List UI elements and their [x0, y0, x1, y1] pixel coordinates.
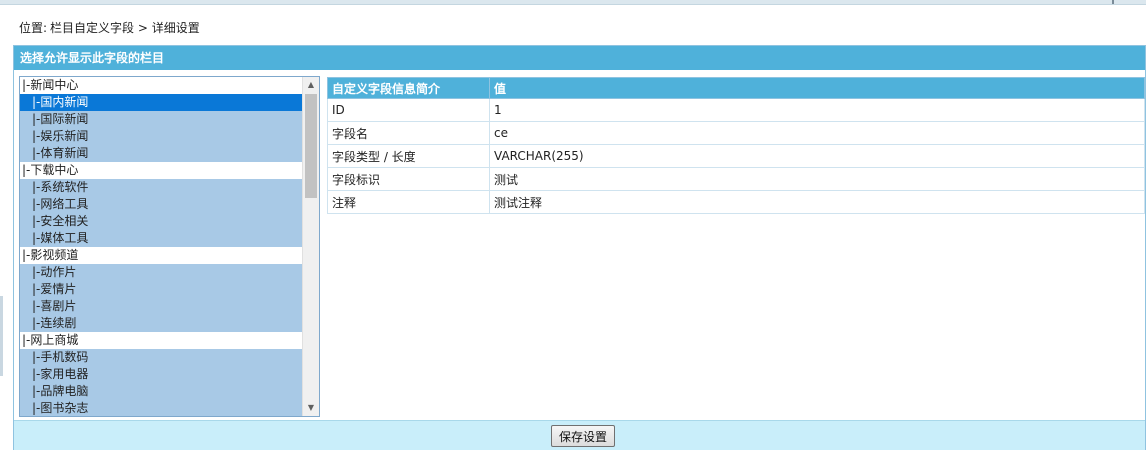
table-row: 注释 测试注释 — [327, 190, 1145, 214]
list-item[interactable]: |-国际新闻 — [20, 111, 304, 128]
left-edge-marker — [0, 296, 3, 376]
row-value-field-name: ce — [489, 121, 1145, 145]
list-item[interactable]: |-手机数码 — [20, 349, 304, 366]
footer-bar: 保存设置 — [14, 420, 1145, 450]
row-key-id: ID — [327, 98, 490, 122]
row-key-field-name: 字段名 — [327, 121, 490, 145]
list-item[interactable]: |-家用电器 — [20, 366, 304, 383]
column-multiselect-list[interactable]: |-新闻中心 |-国内新闻 |-国际新闻 |-娱乐新闻 |-体育新闻 |-下载中心 |-系统… — [19, 76, 320, 417]
header-field-info: 自定义字段信息简介 — [327, 77, 490, 99]
row-value-id: 1 — [489, 98, 1145, 122]
list-item[interactable]: |-喜剧片 — [20, 298, 304, 315]
scroll-thumb[interactable] — [305, 94, 317, 198]
list-item[interactable]: |-爱情片 — [20, 281, 304, 298]
list-item[interactable]: |-国内新闻 — [20, 94, 304, 111]
header-value: 值 — [489, 77, 1145, 99]
top-right-marker — [1112, 0, 1114, 4]
scroll-up-arrow-icon[interactable]: ▲ — [303, 77, 319, 93]
table-row: ID 1 — [327, 98, 1145, 122]
list-item[interactable]: |-系统软件 — [20, 179, 304, 196]
list-item[interactable]: |-新闻中心 — [20, 77, 304, 94]
list-item[interactable]: |-动作片 — [20, 264, 304, 281]
row-value-comment: 测试注释 — [489, 190, 1145, 214]
column-settings-panel: 选择允许显示此字段的栏目 |-新闻中心 |-国内新闻 |-国际新闻 |-娱乐新闻 |-体… — [13, 45, 1146, 450]
list-item[interactable]: |-网上商城 — [20, 332, 304, 349]
list-item[interactable]: |-下载中心 — [20, 162, 304, 179]
list-item[interactable]: |-娱乐新闻 — [20, 128, 304, 145]
list-scrollbar[interactable]: ▲ ▼ — [302, 77, 319, 416]
row-value-field-label: 测试 — [489, 167, 1145, 191]
list-item[interactable]: |-影视频道 — [20, 247, 304, 264]
table-row: 字段类型 / 长度 VARCHAR(255) — [327, 144, 1145, 168]
list-item[interactable]: |-网络工具 — [20, 196, 304, 213]
table-header-row: 自定义字段信息简介 值 — [327, 77, 1145, 99]
list-item[interactable]: |-媒体工具 — [20, 230, 304, 247]
breadcrumb-label: 位置: — [19, 21, 48, 35]
scroll-down-arrow-icon[interactable]: ▼ — [303, 400, 319, 416]
table-row: 字段标识 测试 — [327, 167, 1145, 191]
breadcrumb: 位置: 栏目自定义字段 > 详细设置 — [19, 19, 203, 37]
save-settings-button[interactable]: 保存设置 — [551, 425, 615, 447]
list-item[interactable]: |-安全相关 — [20, 213, 304, 230]
column-list-items: |-新闻中心 |-国内新闻 |-国际新闻 |-娱乐新闻 |-体育新闻 |-下载中心 |-系统… — [20, 77, 304, 416]
list-item[interactable]: |-连续剧 — [20, 315, 304, 332]
row-value-field-type: VARCHAR(255) — [489, 144, 1145, 168]
list-item[interactable]: |-体育新闻 — [20, 145, 304, 162]
row-key-field-label: 字段标识 — [327, 167, 490, 191]
table-row: 字段名 ce — [327, 121, 1145, 145]
panel-title: 选择允许显示此字段的栏目 — [14, 46, 1145, 70]
list-item[interactable]: |-品牌电脑 — [20, 383, 304, 400]
breadcrumb-path: 栏目自定义字段 > 详细设置 — [50, 21, 200, 35]
row-key-comment: 注释 — [327, 190, 490, 214]
field-info-table: 自定义字段信息简介 值 ID 1 字段名 ce 字段类型 / 长度 VARCHA… — [327, 77, 1145, 214]
top-bar — [0, 0, 1146, 5]
row-key-field-type: 字段类型 / 长度 — [327, 144, 490, 168]
list-item[interactable]: |-图书杂志 — [20, 400, 304, 416]
